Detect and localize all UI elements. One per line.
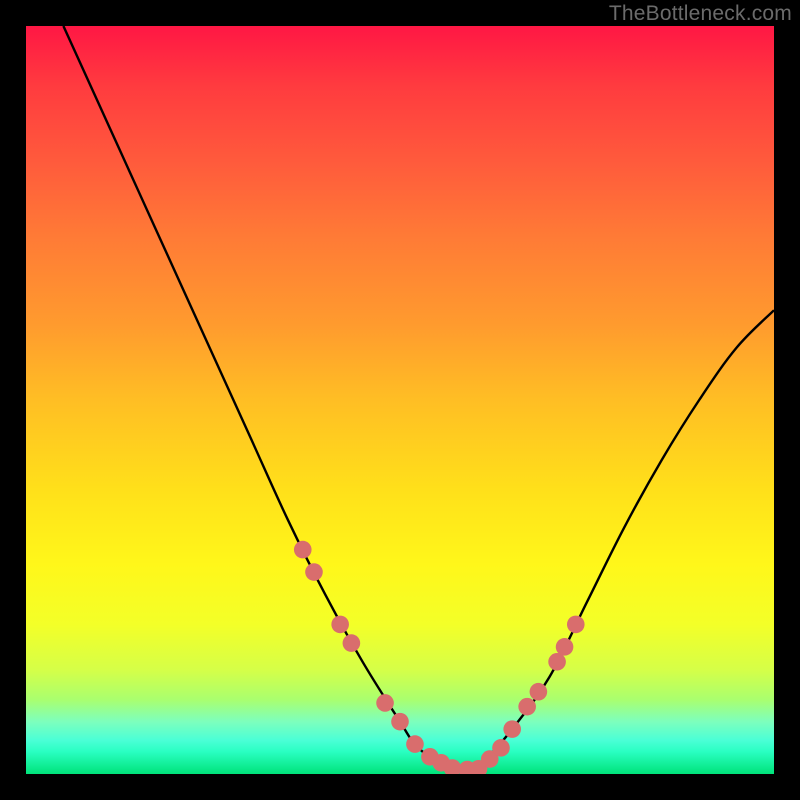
marker-dot [567,616,585,634]
marker-dot [406,735,424,753]
marker-dot [530,683,548,701]
watermark-text: TheBottleneck.com [609,2,792,26]
marker-dot [305,563,323,581]
curve-layer [26,26,774,774]
marker-dot [556,638,574,656]
bottleneck-curve [63,26,774,771]
marker-dot [376,694,394,712]
marker-dot [294,541,312,559]
marker-dot [391,713,409,731]
marker-group [294,541,585,774]
marker-dot [518,698,536,716]
marker-dot [492,739,510,757]
marker-dot [331,616,349,634]
chart-frame: TheBottleneck.com [0,0,800,800]
marker-dot [548,653,566,671]
marker-dot [343,634,361,652]
plot-area [26,26,774,774]
marker-dot [503,720,521,738]
